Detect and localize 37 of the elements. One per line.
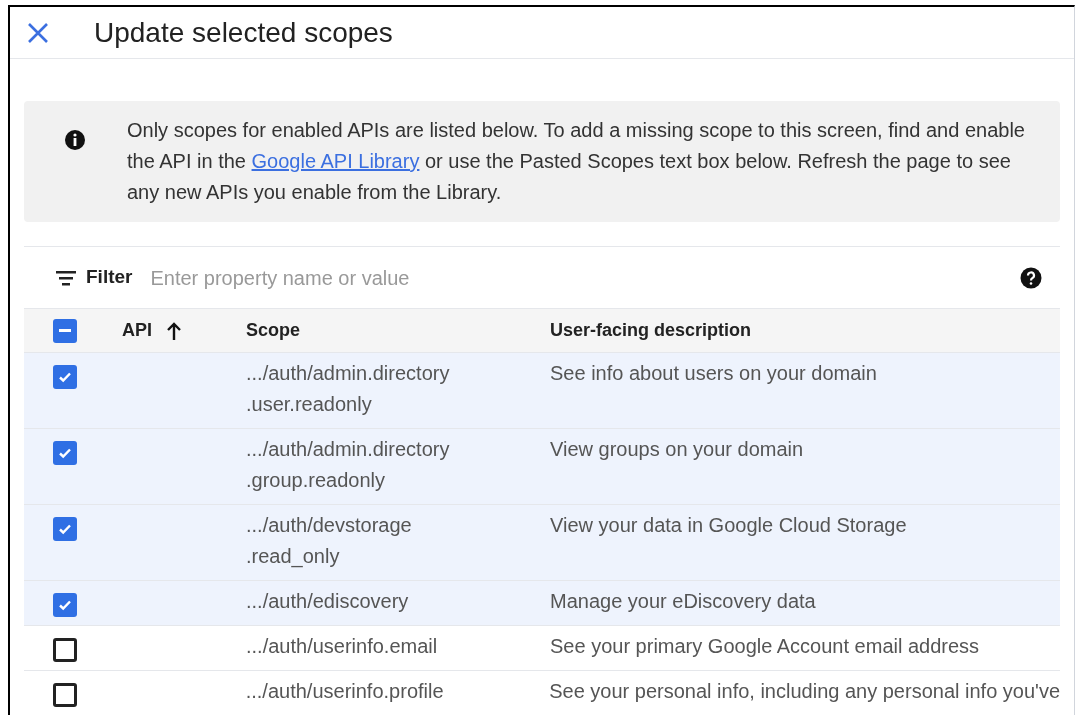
column-header[interactable]: API bbox=[122, 317, 152, 344]
table-row[interactable]: .../auth/devstorage .read_only View your data in Google Cloud Storage bbox=[24, 504, 1060, 580]
info-text: Only scopes for enabled APIs are listed below. To add a missing scope to this screen, find and enable the API in the Google API Library or use the Pasted Scopes text box below. Refresh the page to see any new APIs you enable from the Library. bbox=[127, 118, 1026, 205]
table-cell-text: .../auth/devstorage .read_only bbox=[246, 513, 413, 570]
filter-label: Filter bbox=[86, 265, 133, 290]
minus-icon bbox=[59, 329, 71, 332]
table-cell-text: .../auth/admin.directory .group.readonly bbox=[246, 437, 451, 493]
table-cell-text: See your personal info, including any personal info you've bbox=[549, 679, 1060, 704]
close-icon bbox=[27, 21, 49, 44]
table-cell-text: See your primary Google Account email address bbox=[550, 634, 981, 659]
arrow-up-icon[interactable] bbox=[166, 320, 182, 341]
table-cell-text: Manage your eDiscovery data bbox=[550, 589, 817, 614]
column-header[interactable]: User-facing description bbox=[550, 317, 752, 344]
table-cell-text: View groups on your domain bbox=[550, 437, 805, 462]
table-row[interactable]: .../auth/ediscovery Manage your eDiscovery data bbox=[24, 580, 1060, 625]
table-cell-text: .../auth/userinfo.email bbox=[246, 634, 439, 659]
checkbox[interactable] bbox=[53, 441, 77, 465]
table-cell-text: .../auth/userinfo.profile bbox=[245, 679, 445, 704]
info-icon bbox=[64, 129, 86, 151]
table-cell-text: View your data in Google Cloud Storage bbox=[550, 513, 908, 538]
column-header[interactable]: Scope bbox=[246, 317, 301, 344]
checkbox[interactable] bbox=[53, 318, 77, 343]
checkbox[interactable] bbox=[53, 365, 77, 389]
table-cell-text: .../auth/ediscovery bbox=[246, 589, 410, 614]
table-cell-text: See info about users on your domain bbox=[550, 361, 878, 386]
checkbox[interactable] bbox=[53, 593, 77, 617]
checkbox[interactable] bbox=[53, 517, 77, 541]
table-row[interactable]: .../auth/admin.directory .group.readonly View groups on your domain bbox=[24, 428, 1060, 504]
checkbox[interactable] bbox=[53, 683, 77, 707]
filter-icon bbox=[56, 269, 76, 286]
table-row[interactable]: .../auth/admin.directory .user.readonly See info about users on your domain bbox=[24, 352, 1060, 428]
help-icon[interactable] bbox=[1020, 266, 1042, 289]
dialog-title: Update selected scopes bbox=[94, 15, 393, 50]
filter-field[interactable]: Enter property name or value bbox=[150, 262, 1020, 293]
checkbox[interactable] bbox=[53, 638, 77, 662]
table-cell-text: .../auth/admin.directory .user.readonly bbox=[246, 361, 451, 417]
api-library-link[interactable]: Google API Library bbox=[251, 150, 420, 172]
